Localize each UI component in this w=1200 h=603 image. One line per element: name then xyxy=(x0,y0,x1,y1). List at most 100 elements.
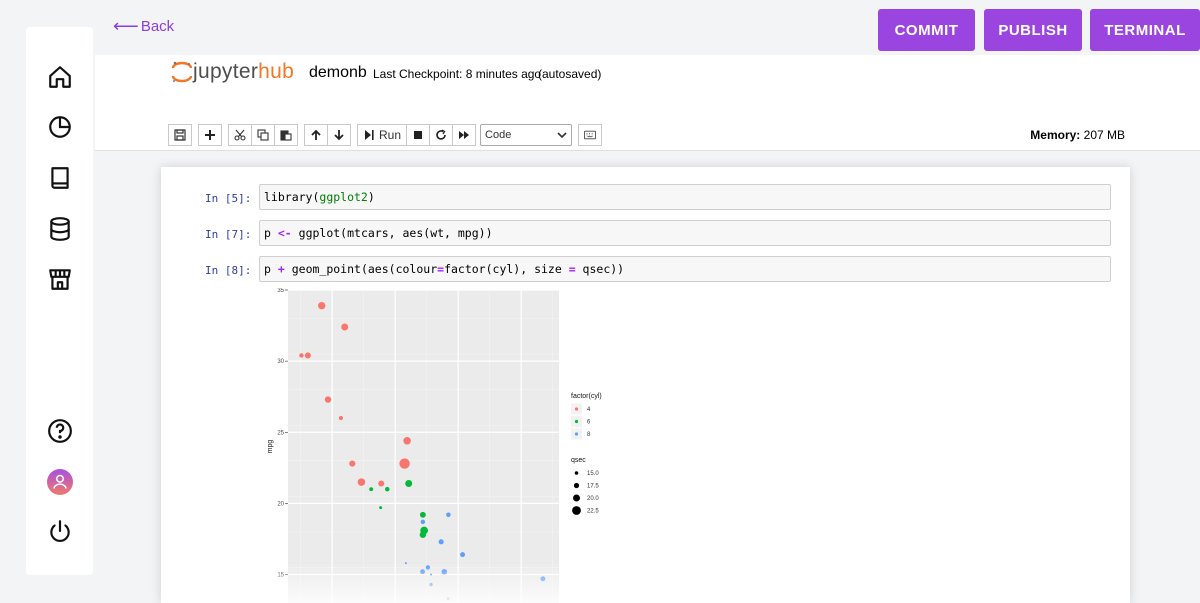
legend-size-key xyxy=(572,506,581,515)
data-point-cyl-8 xyxy=(446,597,450,601)
data-point-cyl-6 xyxy=(419,511,426,518)
data-point-cyl-8 xyxy=(430,573,433,576)
pie-chart-icon xyxy=(48,116,71,138)
code-cell-1[interactable]: library(ggplot2) xyxy=(259,184,1111,210)
legend-size-key xyxy=(573,482,580,489)
legend-size-label: 22.5 xyxy=(587,509,599,515)
data-point-cyl-4 xyxy=(318,301,326,310)
legend-color-label: 8 xyxy=(587,432,591,438)
jupyter-logo-icon xyxy=(171,61,193,83)
scatter-plot: 15 20 25 30 35 mpg factor(cyl) 4 6 8 qsec 15.0 17.5 2… xyxy=(267,288,602,603)
legend-size-key xyxy=(574,471,579,475)
code-cell-3[interactable]: p + geom_point(aes(colour=factor(cyl), s… xyxy=(259,256,1111,282)
keyboard-icon xyxy=(584,130,597,140)
commit-button[interactable]: COMMIT xyxy=(878,9,975,51)
y-tick-label: 35 xyxy=(277,288,284,294)
copy-icon xyxy=(257,129,269,141)
checkpoint-status: Last Checkpoint: 8 minutes ago xyxy=(373,67,542,81)
legend-size-label: 20.0 xyxy=(587,496,599,502)
interrupt-button[interactable] xyxy=(406,124,431,146)
data-point-cyl-4 xyxy=(324,396,332,403)
nav-data[interactable] xyxy=(26,207,93,251)
logo-text-jupyter: jupyter xyxy=(193,60,259,83)
publish-button[interactable]: PUBLISH xyxy=(984,9,1082,51)
command-palette-button[interactable] xyxy=(578,124,603,146)
notebook-name[interactable]: demonb xyxy=(309,64,367,82)
data-point-cyl-4 xyxy=(357,478,366,486)
paste-button[interactable] xyxy=(274,124,298,146)
data-point-cyl-8 xyxy=(404,562,407,565)
terminal-button[interactable]: TERMINAL xyxy=(1090,9,1200,51)
data-point-cyl-4 xyxy=(349,460,356,467)
run-button[interactable]: Run xyxy=(357,124,408,146)
nav-marketplace[interactable] xyxy=(26,257,93,301)
cut-button[interactable] xyxy=(228,124,252,146)
move-down-button[interactable] xyxy=(327,124,351,146)
store-icon xyxy=(48,269,71,290)
notebook-header: jupyter hub demonb Last Checkpoint: 8 mi… xyxy=(95,55,1200,151)
data-point-cyl-4 xyxy=(338,415,344,421)
plot-panel xyxy=(288,290,559,603)
back-label: Back xyxy=(140,17,175,35)
save-button[interactable] xyxy=(168,124,192,146)
y-tick-label: 30 xyxy=(277,359,284,365)
book-icon xyxy=(50,167,69,189)
data-point-cyl-8 xyxy=(438,539,444,545)
legend-color-title: factor(cyl) xyxy=(571,393,602,400)
database-icon xyxy=(49,217,70,241)
y-tick-label: 20 xyxy=(277,501,284,507)
logo-text-hub: hub xyxy=(258,60,295,83)
data-point-cyl-8 xyxy=(420,519,426,525)
data-point-cyl-6 xyxy=(379,506,383,510)
move-up-button[interactable] xyxy=(304,124,328,146)
restart-button[interactable] xyxy=(429,124,454,146)
cell-prompt: In [7]: xyxy=(205,228,252,241)
nav-logout[interactable] xyxy=(26,510,93,554)
step-forward-icon xyxy=(365,130,374,140)
jupyterhub-logo[interactable]: jupyter hub xyxy=(171,60,294,84)
restart-run-all-button[interactable] xyxy=(452,124,477,146)
code-cell-2[interactable]: p <- ggplot(mtcars, aes(wt, mpg)) xyxy=(259,220,1111,246)
insert-cell-button[interactable] xyxy=(198,124,222,146)
home-icon xyxy=(48,66,71,88)
data-point-cyl-8 xyxy=(425,565,431,570)
cell-prompt: In [5]: xyxy=(205,192,252,205)
y-tick-label: 15 xyxy=(277,573,284,579)
notebook-container: In [5]: library(ggplot2) In [7]: p <- gg… xyxy=(161,167,1130,603)
nav-home[interactable] xyxy=(26,55,93,99)
nav-docs[interactable] xyxy=(26,156,93,200)
nav-help[interactable] xyxy=(26,409,93,453)
cell-type-value: Code xyxy=(485,129,512,141)
scissors-icon xyxy=(234,129,246,141)
nav-profile[interactable] xyxy=(26,460,93,504)
nav-analytics[interactable] xyxy=(26,105,93,149)
data-point-cyl-6 xyxy=(405,480,413,487)
legend-color-label: 4 xyxy=(587,407,591,413)
data-point-cyl-8 xyxy=(429,582,433,587)
data-point-cyl-4 xyxy=(304,352,311,359)
back-link[interactable]: ⟵ Back xyxy=(113,17,174,35)
paste-icon xyxy=(280,130,292,141)
data-point-cyl-4 xyxy=(341,323,349,331)
cell-type-select[interactable]: Code xyxy=(480,124,573,146)
fast-forward-icon xyxy=(459,131,470,139)
data-point-cyl-4 xyxy=(403,437,411,445)
data-point-cyl-8 xyxy=(441,568,448,575)
data-point-cyl-8 xyxy=(540,576,546,582)
legend-color-key xyxy=(574,432,579,436)
legend-color-key xyxy=(574,419,579,424)
memory-indicator: Memory: 207 MB xyxy=(1030,128,1125,142)
data-point-cyl-6 xyxy=(385,486,390,492)
cell-prompt: In [8]: xyxy=(205,264,252,277)
copy-button[interactable] xyxy=(251,124,275,146)
plot-output: 15 20 25 30 35 mpg factor(cyl) 4 6 8 qsec 15.0 17.5 2… xyxy=(259,288,659,603)
legend-size-label: 15.0 xyxy=(587,471,599,477)
data-point-cyl-6 xyxy=(419,531,427,538)
run-label: Run xyxy=(379,128,402,142)
arrow-down-icon xyxy=(334,130,344,141)
stop-icon xyxy=(414,131,423,139)
save-icon xyxy=(174,129,186,141)
legend-color-label: 6 xyxy=(587,420,591,426)
legend-size-key xyxy=(573,494,580,502)
legend-color-key xyxy=(574,407,579,411)
